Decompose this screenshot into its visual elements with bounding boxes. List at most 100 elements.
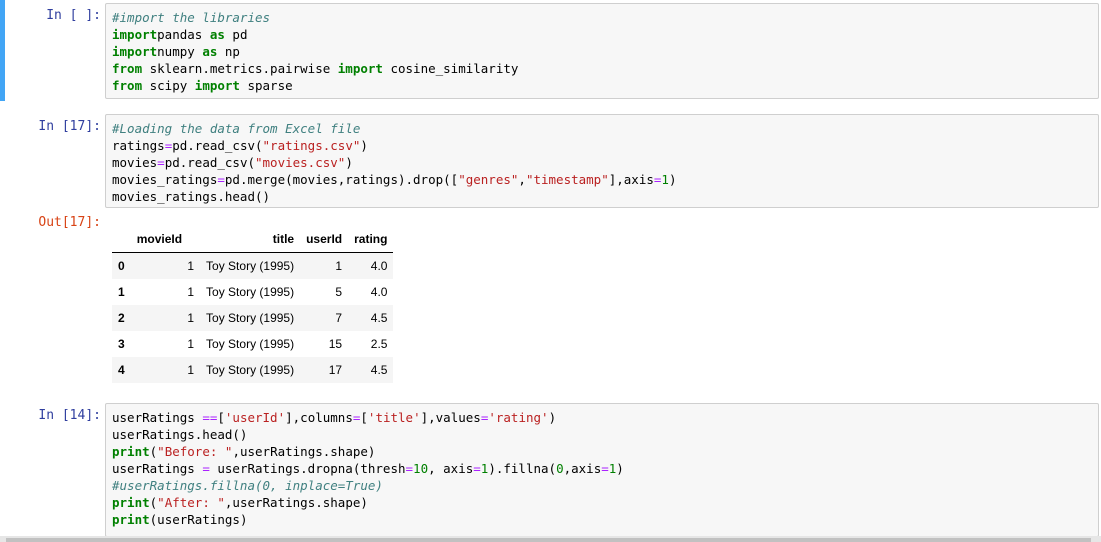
cell-title: Toy Story (1995) bbox=[206, 337, 295, 351]
code-token: ,axis bbox=[563, 461, 602, 476]
code-token: pd.merge(movies,ratings).drop([ bbox=[224, 172, 459, 187]
cell-movieid: 1 bbox=[187, 259, 195, 273]
code-token: = bbox=[157, 155, 165, 170]
code-text[interactable]: #Loading the data from Excel file ratings… bbox=[112, 120, 676, 205]
code-line: userRatings.head() bbox=[112, 426, 624, 443]
code-token: from bbox=[112, 78, 143, 93]
code-token: = bbox=[473, 461, 481, 476]
cell-title: Toy Story (1995) bbox=[206, 285, 295, 299]
code-token: #userRatings.fillna(0, inplace=True) bbox=[112, 478, 383, 493]
code-token: ],columns bbox=[285, 410, 353, 425]
row-index: 0 bbox=[118, 259, 125, 273]
code-token: userRatings bbox=[112, 461, 203, 476]
code-token: scipy bbox=[142, 78, 195, 93]
column-header-movieid: movieId bbox=[130, 226, 201, 253]
code-line: #userRatings.fillna(0, inplace=True) bbox=[112, 477, 624, 494]
code-token: movies_ratings.head() bbox=[112, 189, 271, 204]
code-token: = bbox=[202, 461, 210, 476]
code-token: "timestamp" bbox=[525, 172, 609, 187]
code-token: = bbox=[405, 461, 414, 476]
cell-userid: 1 bbox=[335, 259, 343, 273]
code-token: pd bbox=[224, 27, 248, 42]
row-index: 1 bbox=[118, 285, 125, 299]
code-token: , bbox=[518, 172, 526, 187]
code-token: numpy bbox=[157, 44, 203, 59]
cell-rating: 4.5 bbox=[370, 311, 388, 325]
code-token: = bbox=[202, 410, 210, 425]
code-token: "movies.csv" bbox=[255, 155, 346, 170]
table-row: 3 1 Toy Story (1995) 15 2.5 bbox=[112, 331, 393, 357]
column-header-rating: rating bbox=[348, 226, 394, 253]
code-token: as bbox=[202, 44, 218, 59]
code-token: , axis bbox=[428, 461, 474, 476]
code-input-area[interactable]: userRatings ==['userId'],columns=['title… bbox=[105, 403, 1099, 537]
dataframe-output-table: movieId title userId rating 0 1 Toy Stor… bbox=[112, 226, 394, 383]
code-token: 0 bbox=[556, 461, 564, 476]
code-token: [ bbox=[217, 410, 225, 425]
code-token: sklearn.metrics.pairwise bbox=[142, 61, 338, 76]
code-token: np bbox=[217, 44, 240, 59]
code-line: userRatings = userRatings.dropna(thresh=… bbox=[112, 460, 624, 477]
code-token: 'title' bbox=[367, 410, 421, 425]
cell-userid: 15 bbox=[328, 337, 343, 351]
code-token: = bbox=[601, 461, 609, 476]
column-header-userid: userId bbox=[300, 226, 349, 253]
row-index: 2 bbox=[118, 311, 125, 325]
code-token: #Loading the data from Excel file bbox=[112, 121, 361, 136]
code-input-area[interactable]: #import the libraries importpandas as pd i… bbox=[105, 3, 1099, 99]
code-line: userRatings ==['userId'],columns=['title… bbox=[112, 409, 624, 426]
table-row: 2 1 Toy Story (1995) 7 4.5 bbox=[112, 305, 394, 331]
code-token: = bbox=[217, 172, 225, 187]
code-token: "After: " bbox=[157, 495, 225, 510]
cell-title: Toy Story (1995) bbox=[206, 259, 295, 273]
code-cell-pivot[interactable]: In [14]: userRatings ==['userId'],column… bbox=[0, 400, 1101, 542]
scrollbar-thumb[interactable] bbox=[6, 538, 1091, 542]
cell-userid: 5 bbox=[335, 285, 343, 299]
code-token: ) bbox=[360, 138, 368, 153]
code-line: print(userRatings) bbox=[112, 511, 624, 528]
code-token: ratings bbox=[112, 138, 165, 153]
code-token: as bbox=[209, 27, 225, 42]
selected-cell-indicator bbox=[0, 0, 5, 101]
cell-movieid: 1 bbox=[187, 363, 195, 377]
cell-movieid: 1 bbox=[187, 285, 195, 299]
code-token: (userRatings) bbox=[149, 512, 248, 527]
code-token: #import the libraries bbox=[112, 10, 271, 25]
code-token: ],values bbox=[420, 410, 481, 425]
column-header-title: title bbox=[200, 226, 301, 253]
input-prompt: In [14]: bbox=[38, 408, 101, 423]
code-line: from scipy import sparse bbox=[112, 77, 518, 94]
cell-rating: 4.5 bbox=[370, 363, 388, 377]
cell-userid: 7 bbox=[335, 311, 343, 325]
code-token: [ bbox=[360, 410, 368, 425]
code-input-area[interactable]: #Loading the data from Excel file ratings… bbox=[105, 114, 1099, 208]
row-index: 4 bbox=[118, 363, 125, 377]
table-row: 0 1 Toy Story (1995) 1 4.0 bbox=[112, 252, 394, 279]
code-token: ) bbox=[668, 172, 677, 187]
code-line: importpandas as pd bbox=[112, 26, 518, 43]
code-line: print("Before: ",userRatings.shape) bbox=[112, 443, 624, 460]
cell-movieid: 1 bbox=[187, 311, 195, 325]
code-token: "genres" bbox=[458, 172, 519, 187]
code-token: movies_ratings bbox=[112, 172, 218, 187]
code-token: ) bbox=[548, 410, 557, 425]
code-text[interactable]: userRatings ==['userId'],columns=['title… bbox=[112, 409, 624, 528]
code-token: 'rating' bbox=[488, 410, 549, 425]
cell-title: Toy Story (1995) bbox=[206, 363, 295, 377]
code-token: cosine_similarity bbox=[382, 61, 519, 76]
cell-userid: 17 bbox=[328, 363, 343, 377]
code-cell-load-data[interactable]: In [17]: #Loading the data from Excel fi… bbox=[0, 111, 1101, 211]
code-token: import bbox=[112, 44, 158, 59]
code-token: print bbox=[112, 512, 150, 527]
row-index: 3 bbox=[118, 337, 125, 351]
cell-title: Toy Story (1995) bbox=[206, 311, 295, 325]
code-token: pd.read_csv( bbox=[172, 138, 263, 153]
horizontal-scrollbar[interactable] bbox=[0, 536, 1101, 542]
code-line: movies_ratings.head() bbox=[112, 188, 676, 205]
code-line: #import the libraries bbox=[112, 9, 518, 26]
code-text[interactable]: #import the libraries importpandas as pd i… bbox=[112, 9, 518, 94]
code-cell-imports[interactable]: In [ ]: #import the libraries importpanda… bbox=[0, 0, 1101, 101]
cell-rating: 4.0 bbox=[370, 259, 388, 273]
output-prompt: Out[17]: bbox=[38, 215, 101, 230]
code-token: 'userId' bbox=[224, 410, 286, 425]
